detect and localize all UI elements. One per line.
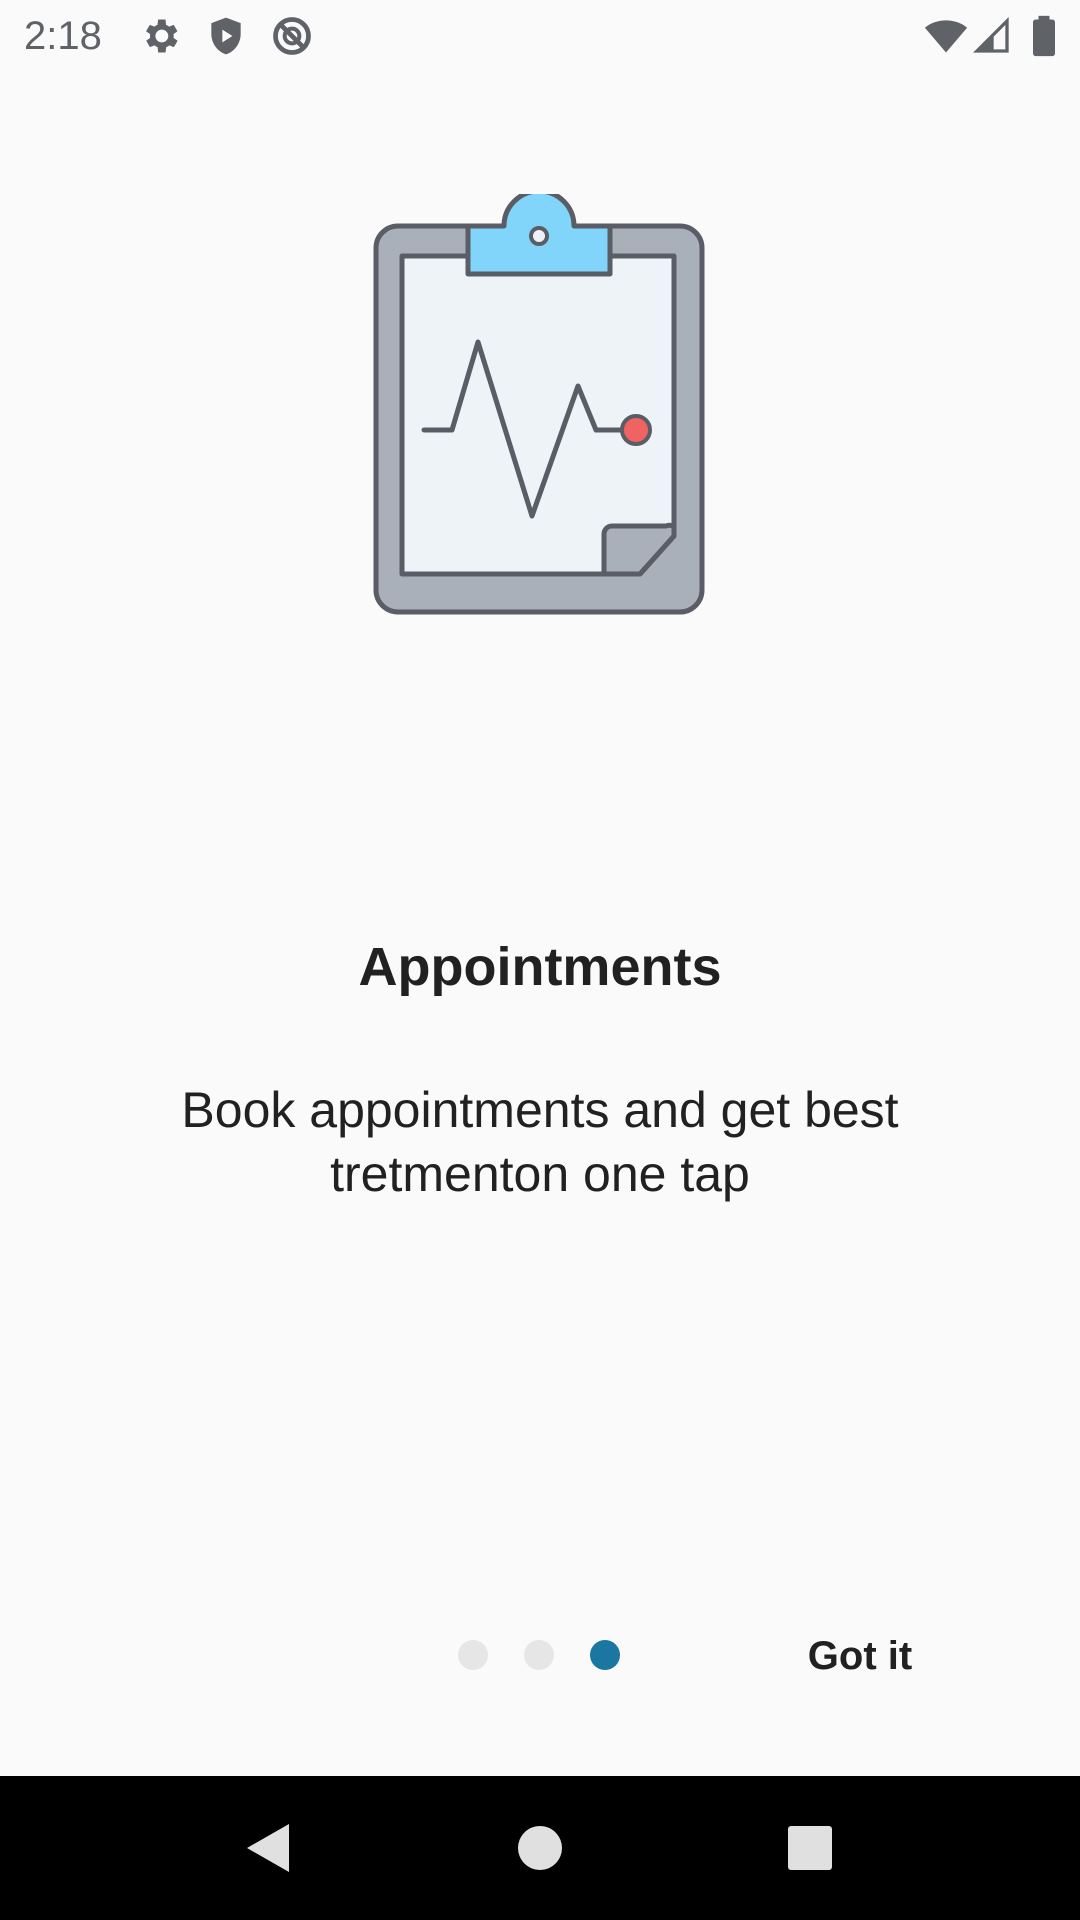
status-bar: 2:18 — [0, 0, 1080, 72]
recents-button[interactable] — [740, 1776, 880, 1920]
recents-icon — [788, 1826, 832, 1870]
home-icon — [518, 1826, 562, 1870]
back-button[interactable] — [198, 1776, 338, 1920]
page-dot-3[interactable] — [590, 1640, 620, 1670]
home-button[interactable] — [470, 1776, 610, 1920]
clipboard-heartbeat-icon — [372, 188, 706, 618]
back-icon — [247, 1824, 289, 1872]
page-indicator — [458, 1640, 624, 1672]
status-time: 2:18 — [24, 14, 102, 58]
onboarding-title: Appointments — [358, 937, 722, 997]
gear-icon — [138, 14, 182, 63]
onboarding-description: Book appointments and get best tretmento… — [181, 1082, 899, 1202]
wifi-icon — [924, 14, 968, 63]
do-not-disturb-icon — [270, 14, 314, 63]
cell-signal-icon — [972, 14, 1012, 63]
page-dot-2[interactable] — [524, 1640, 554, 1670]
battery-icon — [1028, 14, 1060, 63]
page-dot-1[interactable] — [458, 1640, 488, 1670]
navigation-bar — [0, 1776, 1080, 1920]
got-it-button[interactable]: Got it — [780, 1624, 940, 1688]
shield-play-icon — [204, 14, 248, 63]
